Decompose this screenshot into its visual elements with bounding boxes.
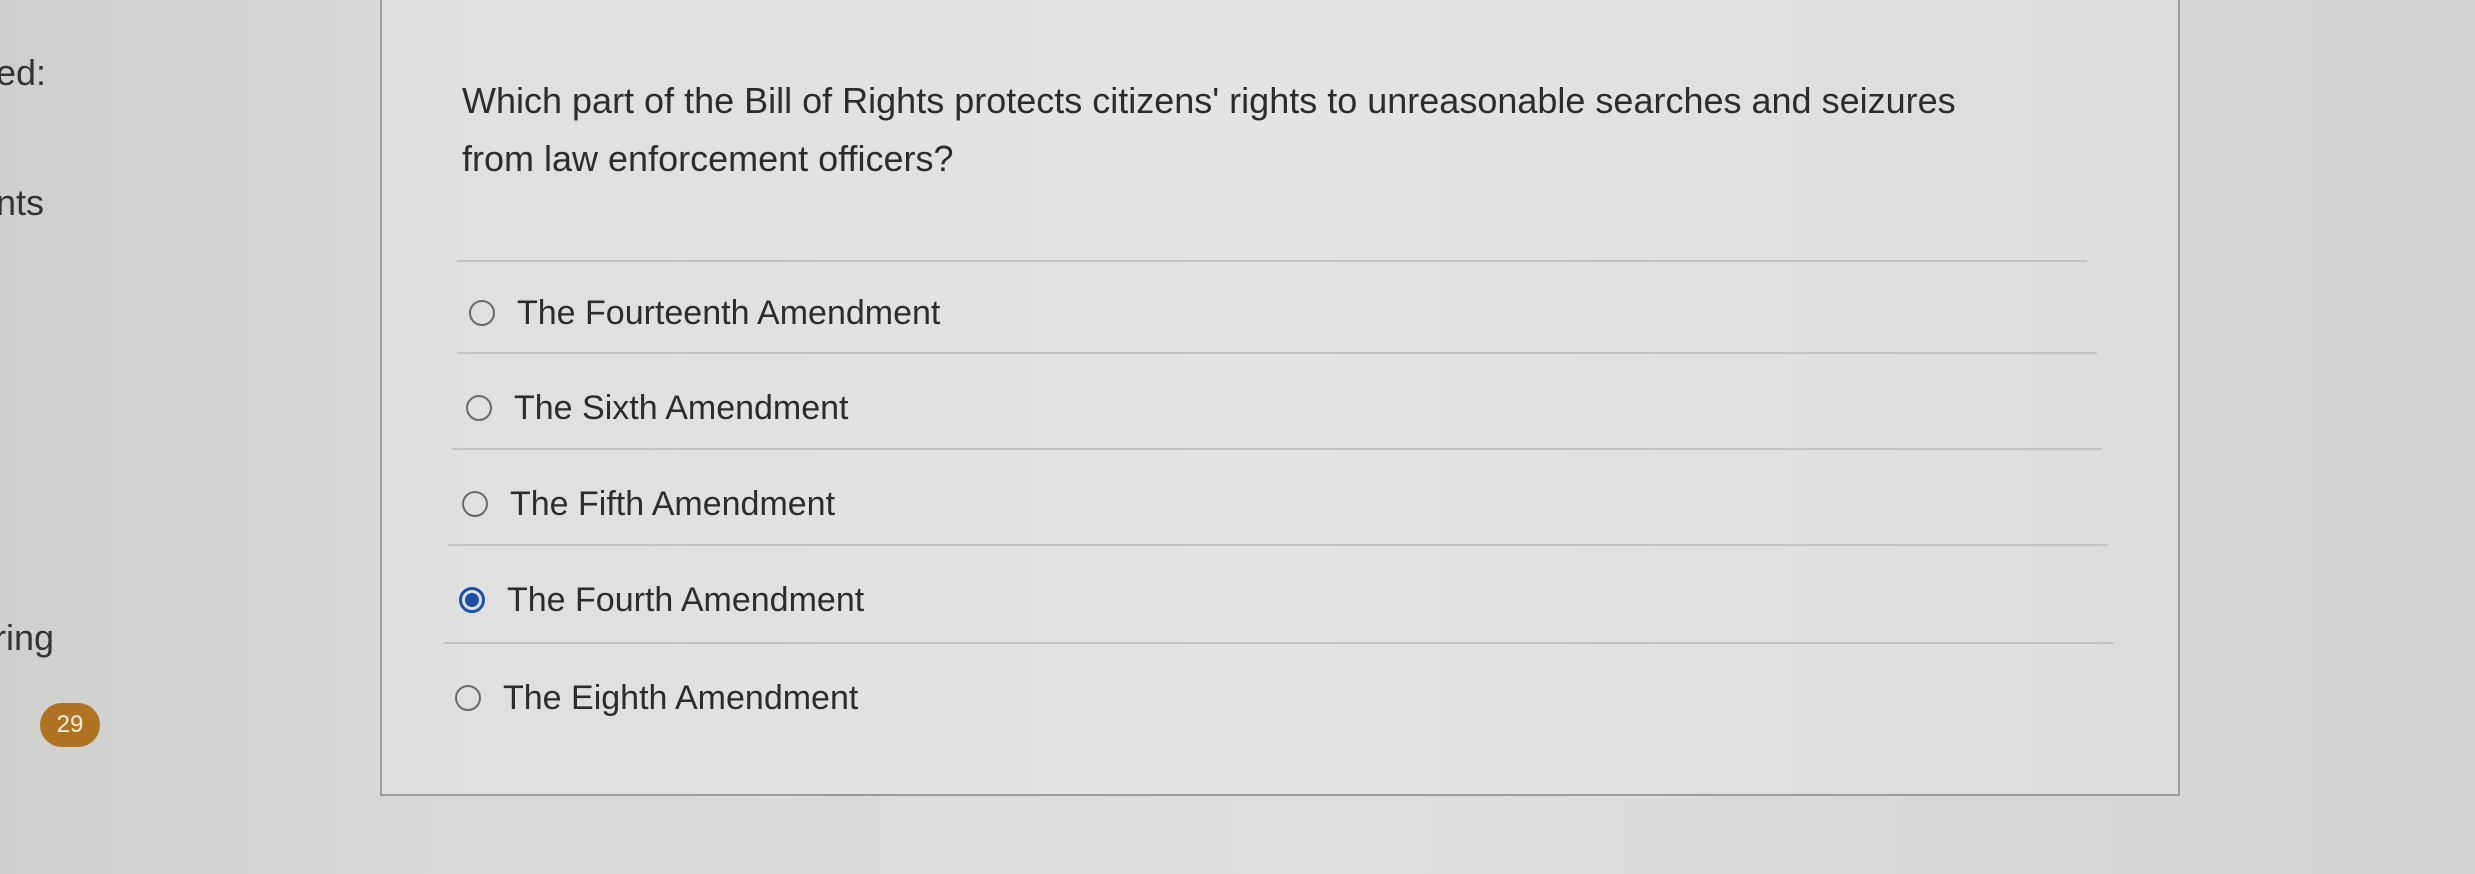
radio-button-icon[interactable] [455,685,481,711]
divider [444,642,2114,644]
option-fifth-amendment[interactable]: The Fifth Amendment [462,474,835,534]
option-label: The Eighth Amendment [503,678,859,717]
count-badge: 29 [40,703,100,747]
radio-button-icon[interactable] [462,491,488,517]
radio-button-icon[interactable] [469,300,495,326]
option-label: The Fifth Amendment [510,484,836,523]
option-label: The Sixth Amendment [514,388,849,427]
question-text: Which part of the Bill of Rights protect… [462,80,1956,179]
left-label: nts [0,182,45,223]
option-label: The Fourth Amendment [507,580,865,619]
option-fourteenth-amendment[interactable]: The Fourteenth Amendment [469,283,940,343]
divider [448,544,2108,546]
radio-button-selected-icon[interactable] [459,587,485,613]
option-label: The Fourteenth Amendment [517,293,941,332]
question-card: Which part of the Bill of Rights protect… [380,0,2180,796]
option-sixth-amendment[interactable]: The Sixth Amendment [466,378,849,438]
divider [452,448,2102,450]
option-fourth-amendment[interactable]: The Fourth Amendment [459,570,864,630]
left-label: ring [0,617,55,658]
divider [457,260,2087,262]
left-label: ed: [0,52,47,93]
radio-button-icon[interactable] [466,395,492,421]
option-eighth-amendment[interactable]: The Eighth Amendment [455,668,858,728]
divider [457,352,2097,354]
